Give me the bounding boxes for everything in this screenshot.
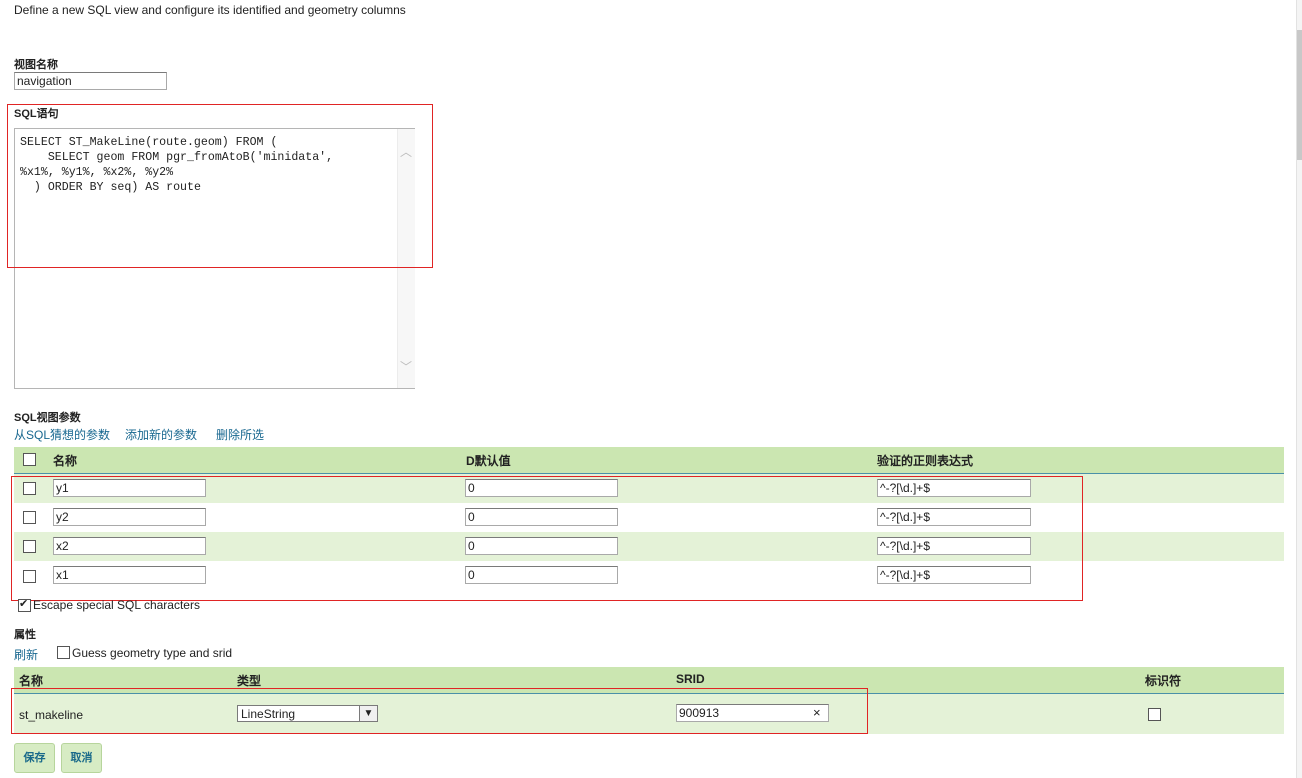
param-regex-input[interactable] [877, 508, 1031, 526]
escape-sql-checkbox[interactable] [18, 597, 31, 612]
attributes-label: 属性 [14, 629, 36, 641]
sql-textarea[interactable]: SELECT ST_MakeLine(route.geom) FROM ( SE… [14, 128, 415, 389]
view-name-label: 视图名称 [14, 59, 58, 71]
param-row-checkbox[interactable] [23, 570, 36, 583]
page-description: Define a new SQL view and configure its … [14, 3, 406, 17]
guess-params-link[interactable]: 从SQL猜想的参数 [14, 426, 110, 443]
clear-icon[interactable]: × [813, 705, 821, 720]
identifier-checkbox[interactable] [1148, 708, 1161, 721]
param-regex-input[interactable] [877, 479, 1031, 497]
param-default-input[interactable] [465, 537, 618, 555]
add-param-link[interactable]: 添加新的参数 [125, 426, 197, 443]
chevron-down-icon[interactable]: ▼ [359, 706, 377, 721]
param-default-header: D默认值 [466, 454, 511, 468]
guess-geometry-label: Guess geometry type and srid [72, 646, 233, 660]
geometry-type-select[interactable]: LineString ▼ [237, 705, 378, 722]
attr-name-header: 名称 [19, 674, 44, 688]
param-default-input[interactable] [465, 479, 618, 497]
attr-srid-header: SRID [676, 672, 705, 686]
attr-name-value: st_makeline [19, 708, 84, 722]
view-name-input[interactable] [14, 72, 167, 90]
param-name-input[interactable] [53, 479, 206, 497]
param-name-header: 名称 [53, 454, 78, 468]
params-label: SQL视图参数 [14, 412, 81, 424]
table-row [14, 694, 1284, 734]
cancel-button[interactable]: 取消 [61, 743, 102, 773]
params-select-all-checkbox[interactable] [23, 453, 36, 466]
guess-geometry-checkbox[interactable] [57, 646, 70, 659]
param-regex-input[interactable] [877, 566, 1031, 584]
param-regex-input[interactable] [877, 537, 1031, 555]
sql-textarea-scrollbar[interactable] [397, 129, 415, 388]
geometry-type-value: LineString [241, 707, 296, 721]
param-name-input[interactable] [53, 508, 206, 526]
attr-identifier-header: 标识符 [1145, 674, 1182, 688]
delete-selected-link[interactable]: 删除所选 [216, 426, 264, 443]
param-name-input[interactable] [53, 537, 206, 555]
param-regex-header: 验证的正则表达式 [877, 454, 974, 468]
save-button[interactable]: 保存 [14, 743, 55, 773]
param-row-checkbox[interactable] [23, 540, 36, 553]
sql-label: SQL语句 [14, 108, 59, 120]
scroll-up-icon[interactable]: ︿ [400, 143, 412, 160]
srid-input[interactable] [676, 704, 829, 722]
param-row-checkbox[interactable] [23, 482, 36, 495]
param-default-input[interactable] [465, 566, 618, 584]
params-table-header [14, 447, 1284, 473]
escape-sql-label: Escape special SQL characters [33, 598, 200, 612]
attributes-table-header [14, 667, 1284, 693]
param-default-input[interactable] [465, 508, 618, 526]
scroll-down-icon[interactable]: ﹀ [400, 358, 412, 375]
attr-type-header: 类型 [237, 674, 262, 688]
param-row-checkbox[interactable] [23, 511, 36, 524]
param-name-input[interactable] [53, 566, 206, 584]
page-scrollbar-thumb[interactable] [1297, 30, 1302, 160]
refresh-link[interactable]: 刷新 [14, 646, 38, 663]
